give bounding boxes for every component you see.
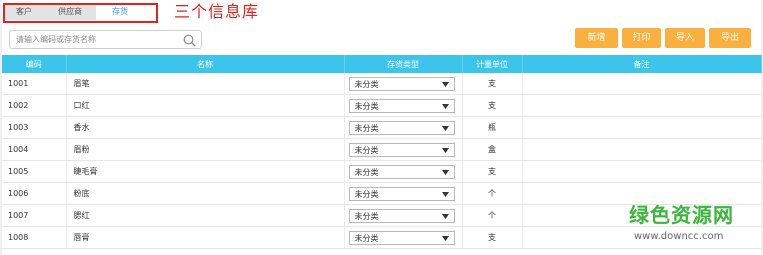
- cell-name: 腮红: [66, 204, 345, 227]
- cell-code: 1007: [2, 204, 67, 227]
- inventory-type-value: 未分类: [354, 101, 379, 111]
- tab-customer[interactable]: 客户: [4, 4, 44, 20]
- cell-type: 未分类: [344, 138, 463, 161]
- cell-unit: 支: [462, 160, 523, 183]
- inventory-type-value: 未分类: [354, 123, 379, 133]
- cell-remark[interactable]: [522, 138, 762, 161]
- caret-down-icon: [441, 147, 449, 153]
- inventory-type-value: 未分类: [354, 167, 379, 177]
- annotation-label: 三个信息库: [174, 2, 260, 21]
- table-row[interactable]: 1006 粉底 未分类 个: [2, 182, 762, 205]
- inventory-page: 客户 供应商 存货 三个信息库 新增 打印 导入 导出 编码 名称 存货类型 计…: [2, 0, 762, 255]
- inventory-type-value: 未分类: [354, 79, 379, 89]
- table-row[interactable]: 1003 香水 未分类 瓶: [2, 116, 762, 139]
- cell-remark[interactable]: [522, 116, 762, 139]
- cell-type: 未分类: [344, 116, 463, 139]
- inventory-type-value: 未分类: [354, 233, 379, 243]
- col-header-unit[interactable]: 计量单位: [462, 55, 523, 73]
- cell-code: 1001: [2, 73, 67, 95]
- watermark-url: www.downcc.com: [634, 231, 724, 242]
- tab-bar: 客户 供应商 存货: [4, 4, 144, 20]
- cell-name: 眉粉: [66, 138, 345, 161]
- new-button[interactable]: 新增: [575, 28, 618, 48]
- cell-name: 睫毛膏: [66, 160, 345, 183]
- inventory-type-value: 未分类: [354, 189, 379, 199]
- inventory-type-select[interactable]: 未分类: [348, 186, 455, 201]
- inventory-type-select[interactable]: 未分类: [348, 76, 455, 91]
- col-header-type[interactable]: 存货类型: [344, 55, 463, 73]
- tab-inventory[interactable]: 存货: [96, 4, 144, 20]
- cell-unit: 个: [462, 204, 523, 227]
- cell-type: 未分类: [344, 94, 463, 117]
- inventory-type-select[interactable]: 未分类: [348, 208, 455, 223]
- caret-down-icon: [441, 103, 449, 109]
- table-header-row: 编码 名称 存货类型 计量单位 备注: [2, 55, 762, 73]
- export-button[interactable]: 导出: [709, 28, 751, 48]
- inventory-type-select[interactable]: 未分类: [348, 98, 455, 113]
- cell-unit: 瓶: [462, 116, 523, 139]
- caret-down-icon: [441, 191, 449, 197]
- cell-remark[interactable]: [522, 160, 762, 183]
- cell-type: 未分类: [344, 73, 463, 95]
- cell-unit: 支: [462, 226, 523, 249]
- caret-down-icon: [441, 213, 449, 219]
- search-box: [9, 30, 202, 49]
- col-header-name[interactable]: 名称: [66, 55, 345, 73]
- col-header-code[interactable]: 编码: [2, 55, 67, 73]
- inventory-type-value: 未分类: [354, 145, 379, 155]
- inventory-type-select[interactable]: 未分类: [348, 230, 455, 245]
- table-row[interactable]: 1001 眉笔 未分类 支: [2, 73, 762, 95]
- cell-unit: 盒: [462, 138, 523, 161]
- cell-code: 1002: [2, 94, 67, 117]
- print-button[interactable]: 打印: [622, 28, 661, 48]
- cell-code: 1005: [2, 160, 67, 183]
- caret-down-icon: [441, 235, 449, 241]
- cell-remark[interactable]: [522, 94, 762, 117]
- search-icon[interactable]: [183, 34, 196, 47]
- inventory-type-select[interactable]: 未分类: [348, 142, 455, 157]
- table-row[interactable]: 1002 口红 未分类 支: [2, 94, 762, 117]
- table-row[interactable]: 1004 眉粉 未分类 盒: [2, 138, 762, 161]
- cell-name: 香水: [66, 116, 345, 139]
- import-button[interactable]: 导入: [665, 28, 705, 48]
- cell-code: 1004: [2, 138, 67, 161]
- inventory-type-value: 未分类: [354, 211, 379, 221]
- inventory-type-select[interactable]: 未分类: [348, 120, 455, 135]
- cell-type: 未分类: [344, 204, 463, 227]
- cell-remark[interactable]: [522, 73, 762, 95]
- cell-code: 1006: [2, 182, 67, 205]
- cell-type: 未分类: [344, 226, 463, 249]
- cell-code: 1008: [2, 226, 67, 249]
- inventory-type-select[interactable]: 未分类: [348, 164, 455, 179]
- col-header-remark[interactable]: 备注: [522, 55, 762, 73]
- cell-code: 1003: [2, 116, 67, 139]
- cell-remark[interactable]: [522, 182, 762, 205]
- caret-down-icon: [441, 125, 449, 131]
- cell-unit: 个: [462, 182, 523, 205]
- cell-name: 眉笔: [66, 73, 345, 95]
- search-input[interactable]: [16, 33, 176, 46]
- caret-down-icon: [441, 81, 449, 87]
- cell-unit: 支: [462, 73, 523, 95]
- cell-name: 口红: [66, 94, 345, 117]
- cell-type: 未分类: [344, 182, 463, 205]
- cell-type: 未分类: [344, 160, 463, 183]
- cell-name: 唇膏: [66, 226, 345, 249]
- cell-name: 粉底: [66, 182, 345, 205]
- cell-unit: 支: [462, 94, 523, 117]
- caret-down-icon: [441, 169, 449, 175]
- watermark-title: 绿色资源网: [629, 203, 734, 227]
- tab-supplier[interactable]: 供应商: [44, 4, 96, 20]
- table-row[interactable]: 1005 睫毛膏 未分类 支: [2, 160, 762, 183]
